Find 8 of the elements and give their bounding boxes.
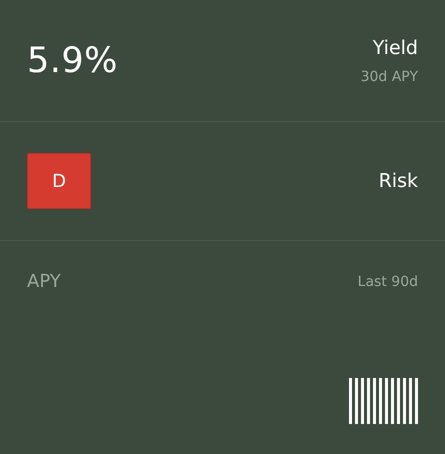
apy-title: APY: [27, 271, 61, 292]
period-label: Last 90d: [358, 274, 418, 290]
yield-period: 30d APY: [360, 68, 418, 84]
risk-grade: D: [27, 153, 91, 209]
bar-sparkline-drawing: [349, 378, 418, 424]
risk-label: Risk: [378, 170, 418, 192]
yield-label: Yield: [372, 36, 418, 58]
yield-value: 5.9%: [27, 40, 118, 80]
